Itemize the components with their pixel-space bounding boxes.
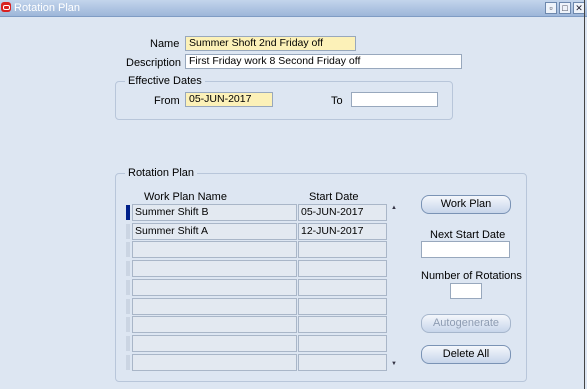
row-selector[interactable] [126, 336, 130, 351]
window-title: Rotation Plan [14, 2, 81, 14]
start-date-cell[interactable] [298, 279, 387, 296]
start-date-cell[interactable] [298, 335, 387, 352]
from-label: From [154, 95, 180, 107]
work-plan-name-header: Work Plan Name [144, 191, 227, 203]
row-selector[interactable] [126, 224, 130, 239]
delete-all-button[interactable]: Delete All [421, 345, 511, 364]
number-of-rotations-field[interactable] [450, 283, 482, 299]
to-label: To [331, 95, 343, 107]
row-selector[interactable] [126, 355, 130, 370]
autogenerate-button[interactable]: Autogenerate [421, 314, 511, 333]
rotation-plan-title: Rotation Plan [125, 167, 198, 179]
work-plan-name-cell[interactable]: Summer Shift B [132, 204, 297, 221]
start-date-cell[interactable] [298, 354, 387, 371]
work-plan-name-cell[interactable]: Summer Shift A [132, 223, 297, 240]
start-date-cell[interactable] [298, 298, 387, 315]
work-plan-button[interactable]: Work Plan [421, 195, 511, 214]
description-field[interactable]: First Friday work 8 Second Friday off [185, 54, 462, 69]
autogenerate-button-label: Autogenerate [432, 317, 500, 329]
work-plan-button-label: Work Plan [440, 198, 492, 210]
effective-dates-title: Effective Dates [125, 75, 205, 87]
start-date-cell[interactable]: 12-JUN-2017 [298, 223, 387, 240]
start-date-cell[interactable] [298, 241, 387, 258]
minimize-icon[interactable]: ▫ [545, 2, 557, 14]
number-of-rotations-label: Number of Rotations [421, 270, 522, 282]
work-plan-name-cell[interactable] [132, 298, 297, 315]
start-date-cell[interactable]: 05-JUN-2017 [298, 204, 387, 221]
work-plan-name-cell[interactable] [132, 279, 297, 296]
next-start-date-field[interactable] [421, 241, 510, 258]
start-date-cell[interactable] [298, 316, 387, 333]
scroll-down-icon[interactable]: ▼ [391, 361, 397, 367]
work-plan-name-cell[interactable] [132, 241, 297, 258]
row-selector[interactable] [126, 299, 130, 314]
work-plan-name-cell[interactable] [132, 354, 297, 371]
start-date-cell[interactable] [298, 260, 387, 277]
delete-all-button-label: Delete All [442, 348, 490, 360]
table-scrollbar[interactable]: ▲ ▼ [389, 204, 399, 372]
work-plan-name-cell[interactable] [132, 260, 297, 277]
description-label: Description [126, 57, 182, 69]
next-start-date-label: Next Start Date [430, 229, 506, 241]
from-date-field[interactable]: 05-JUN-2017 [185, 92, 273, 107]
work-plan-name-cell[interactable] [132, 316, 297, 333]
to-date-field[interactable] [351, 92, 438, 107]
row-selector[interactable] [126, 242, 130, 257]
scroll-up-icon[interactable]: ▲ [391, 205, 397, 211]
name-field[interactable]: Summer Shoft 2nd Friday off [185, 36, 356, 51]
row-selector[interactable] [126, 205, 130, 220]
window-edge [584, 0, 585, 389]
row-selector[interactable] [126, 317, 130, 332]
start-date-header: Start Date [309, 191, 359, 203]
name-label: Name [150, 38, 180, 50]
maximize-icon[interactable]: □ [559, 2, 571, 14]
row-selector[interactable] [126, 280, 130, 295]
title-bar: Rotation Plan ▫ □ ✕ [0, 0, 587, 17]
row-selector[interactable] [126, 261, 130, 276]
work-plan-name-cell[interactable] [132, 335, 297, 352]
oracle-app-icon [1, 2, 11, 12]
